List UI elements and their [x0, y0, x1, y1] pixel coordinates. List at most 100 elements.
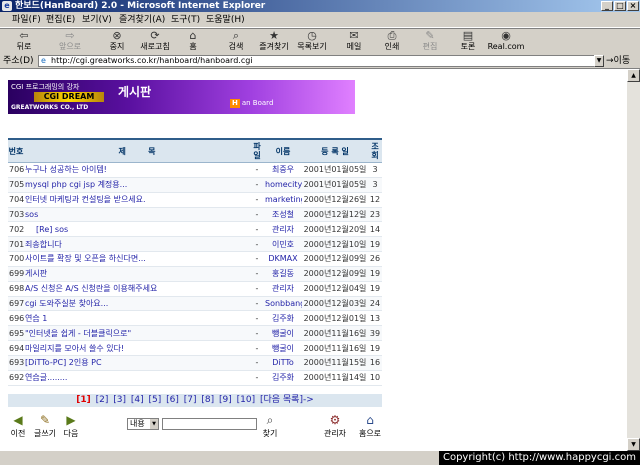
- write-button[interactable]: ✎ 글쓰기: [32, 413, 58, 438]
- home-link-button[interactable]: ⌂ 홈으로: [356, 413, 384, 438]
- post-author-link[interactable]: 김주화: [264, 310, 302, 327]
- post-subject-link[interactable]: 사이트를 확장 및 오픈을 하신다면...: [24, 251, 250, 267]
- search-input[interactable]: [162, 418, 257, 430]
- address-input[interactable]: e http://cgi.greatworks.co.kr/hanboard/h…: [38, 55, 598, 67]
- admin-button[interactable]: ⚙ 관리자: [320, 413, 350, 438]
- search-field-select[interactable]: 내용 ▼: [127, 418, 159, 430]
- back-button[interactable]: ⇦ 뒤로: [5, 30, 43, 53]
- scroll-up-button[interactable]: ▲: [627, 69, 640, 82]
- post-author-link[interactable]: marketing: [264, 192, 302, 208]
- post-author-link[interactable]: DiTTo: [264, 355, 302, 371]
- page-link[interactable]: [7]: [184, 395, 197, 405]
- close-button[interactable]: ×: [627, 1, 639, 11]
- post-author-link[interactable]: 최중우: [264, 162, 302, 178]
- edit-button[interactable]: ✎ 편집: [411, 30, 449, 53]
- table-row: 695 "인터넷을 쉽게 - 더블클릭으로" - 뺑굴이 2000년11월16일 39: [8, 325, 382, 342]
- prev-button[interactable]: ◀ 이전: [6, 413, 30, 438]
- post-date: 2000년11월14일: [302, 370, 368, 386]
- favorites-icon: ★: [269, 29, 279, 42]
- post-date: 2000년12월03일: [302, 296, 368, 312]
- go-button[interactable]: →이동: [606, 55, 638, 67]
- discuss-button[interactable]: ▤ 토론: [449, 30, 487, 53]
- post-author-link[interactable]: homecity: [264, 177, 302, 193]
- table-row: 706 누구나 성공하는 아이템! - 최중우 2001년01월05일 3: [8, 162, 382, 178]
- menu-edit[interactable]: 편집(E): [46, 14, 75, 26]
- next-button[interactable]: ▶ 다음: [60, 413, 82, 438]
- address-dropdown-button[interactable]: ▼: [594, 55, 604, 67]
- menu-view[interactable]: 보기(V): [82, 14, 112, 26]
- post-subject-link[interactable]: 인터넷 마케팅과 컨설팅을 받으세요.: [24, 192, 250, 208]
- post-subject-link[interactable]: A/S 신청은 A/S 신청란을 이용해주세요: [24, 281, 250, 297]
- page-link[interactable]: [8]: [201, 395, 214, 405]
- menu-file[interactable]: 파일(F): [12, 14, 41, 26]
- post-file: -: [250, 251, 264, 267]
- page-link[interactable]: [4]: [131, 395, 144, 405]
- page-link[interactable]: [9]: [219, 395, 232, 405]
- post-hits: 23: [368, 207, 382, 223]
- post-number: 703: [8, 207, 24, 223]
- post-author-link[interactable]: 홍길동: [264, 266, 302, 282]
- next-list-link[interactable]: [다음 목록]->: [260, 395, 314, 405]
- menu-help[interactable]: 도움말(H): [206, 14, 245, 26]
- page-icon: e: [41, 56, 46, 65]
- pagination: [1] [2] [3] [4] [5] [6] [7] [8] [9] [10]…: [8, 394, 382, 407]
- page-link[interactable]: [3]: [113, 395, 126, 405]
- col-file: 파일: [250, 138, 264, 163]
- search-button[interactable]: ⌕ 검색: [217, 30, 255, 53]
- history-button[interactable]: ◷ 목록보기: [293, 30, 331, 53]
- post-subject-link[interactable]: mysql php cgi jsp 계정용...: [24, 177, 250, 193]
- post-author-link[interactable]: 조성철: [264, 207, 302, 223]
- post-subject-link[interactable]: 게시판: [24, 266, 250, 282]
- post-author-link[interactable]: 관리자: [264, 281, 302, 297]
- post-author-link[interactable]: 김주화: [264, 370, 302, 386]
- post-subject-link[interactable]: cgi 도와주실분 찾아요...: [24, 296, 250, 312]
- post-subject-link[interactable]: [DiTTo-PC] 2인용 PC: [24, 355, 250, 371]
- post-subject-link[interactable]: 연습글........: [24, 370, 250, 386]
- board-banner: CGI 프로그래밍의 강자 CGI DREAM GREATWORKS CO., …: [8, 80, 355, 114]
- page-link[interactable]: [2]: [96, 395, 109, 405]
- refresh-button[interactable]: ⟳ 새로고침: [136, 30, 174, 53]
- post-subject-link[interactable]: 마일리지를 모아서 쓸수 있다!: [24, 340, 250, 356]
- post-file: -: [250, 207, 264, 223]
- page-link[interactable]: [10]: [237, 395, 255, 405]
- stop-button[interactable]: ⊗ 중지: [98, 30, 136, 53]
- search-submit-button[interactable]: ⌕ 찾기: [259, 413, 281, 438]
- post-date: 2000년12월10일: [302, 236, 368, 253]
- board-title: 게시판: [118, 85, 152, 99]
- minimize-button[interactable]: _: [601, 1, 613, 11]
- post-author-link[interactable]: 이민호: [264, 236, 302, 253]
- post-subject-link[interactable]: 연습 1: [24, 310, 250, 327]
- page-link[interactable]: [6]: [166, 395, 179, 405]
- page-link[interactable]: [5]: [148, 395, 161, 405]
- post-author-link[interactable]: 뺑굴이: [264, 325, 302, 342]
- post-subject-link[interactable]: 누구나 성공하는 아이템!: [24, 162, 250, 178]
- post-subject-link[interactable]: "인터넷을 쉽게 - 더블클릭으로": [24, 325, 250, 342]
- favorites-button[interactable]: ★ 즐겨찾기: [255, 30, 293, 53]
- scroll-down-button[interactable]: ▼: [627, 438, 640, 451]
- post-author-link[interactable]: Sonbbang: [264, 296, 302, 312]
- menu-tools[interactable]: 도구(T): [171, 14, 200, 26]
- refresh-icon: ⟳: [150, 29, 160, 42]
- post-file: -: [250, 296, 264, 312]
- forward-button[interactable]: ⇨ 앞으로: [51, 30, 89, 53]
- post-hits: 13: [368, 310, 382, 327]
- post-subject-link[interactable]: 죄송합니다: [24, 236, 250, 253]
- maximize-button[interactable]: □: [614, 1, 626, 11]
- pencil-icon: ✎: [39, 413, 51, 427]
- post-file: -: [250, 281, 264, 297]
- table-row: 704 인터넷 마케팅과 컨설팅을 받으세요. - marketing 2000년12월…: [8, 192, 382, 208]
- vertical-scrollbar[interactable]: ▲ ▼: [627, 69, 640, 451]
- mail-button[interactable]: ✉ 메일: [335, 30, 373, 53]
- realcom-button[interactable]: ◉ Real.com: [487, 30, 525, 53]
- post-hits: 39: [368, 325, 382, 342]
- post-author-link[interactable]: DKMAX: [264, 251, 302, 267]
- post-author-link[interactable]: 관리자: [264, 221, 302, 238]
- post-subject-link[interactable]: [Re] sos: [24, 221, 250, 238]
- post-author-link[interactable]: 뺑굴이: [264, 340, 302, 356]
- menu-favorites[interactable]: 즐겨찾기(A): [119, 14, 165, 26]
- home-button[interactable]: ⌂ 홈: [174, 30, 212, 53]
- post-subject-link[interactable]: sos: [24, 207, 250, 223]
- print-button[interactable]: ⎙ 인쇄: [373, 30, 411, 53]
- table-row: 705 mysql php cgi jsp 계정용... - homecity 2001…: [8, 177, 382, 193]
- title-bar: e 한보드(HanBoard) 2.0 - Microsoft Internet…: [0, 0, 640, 12]
